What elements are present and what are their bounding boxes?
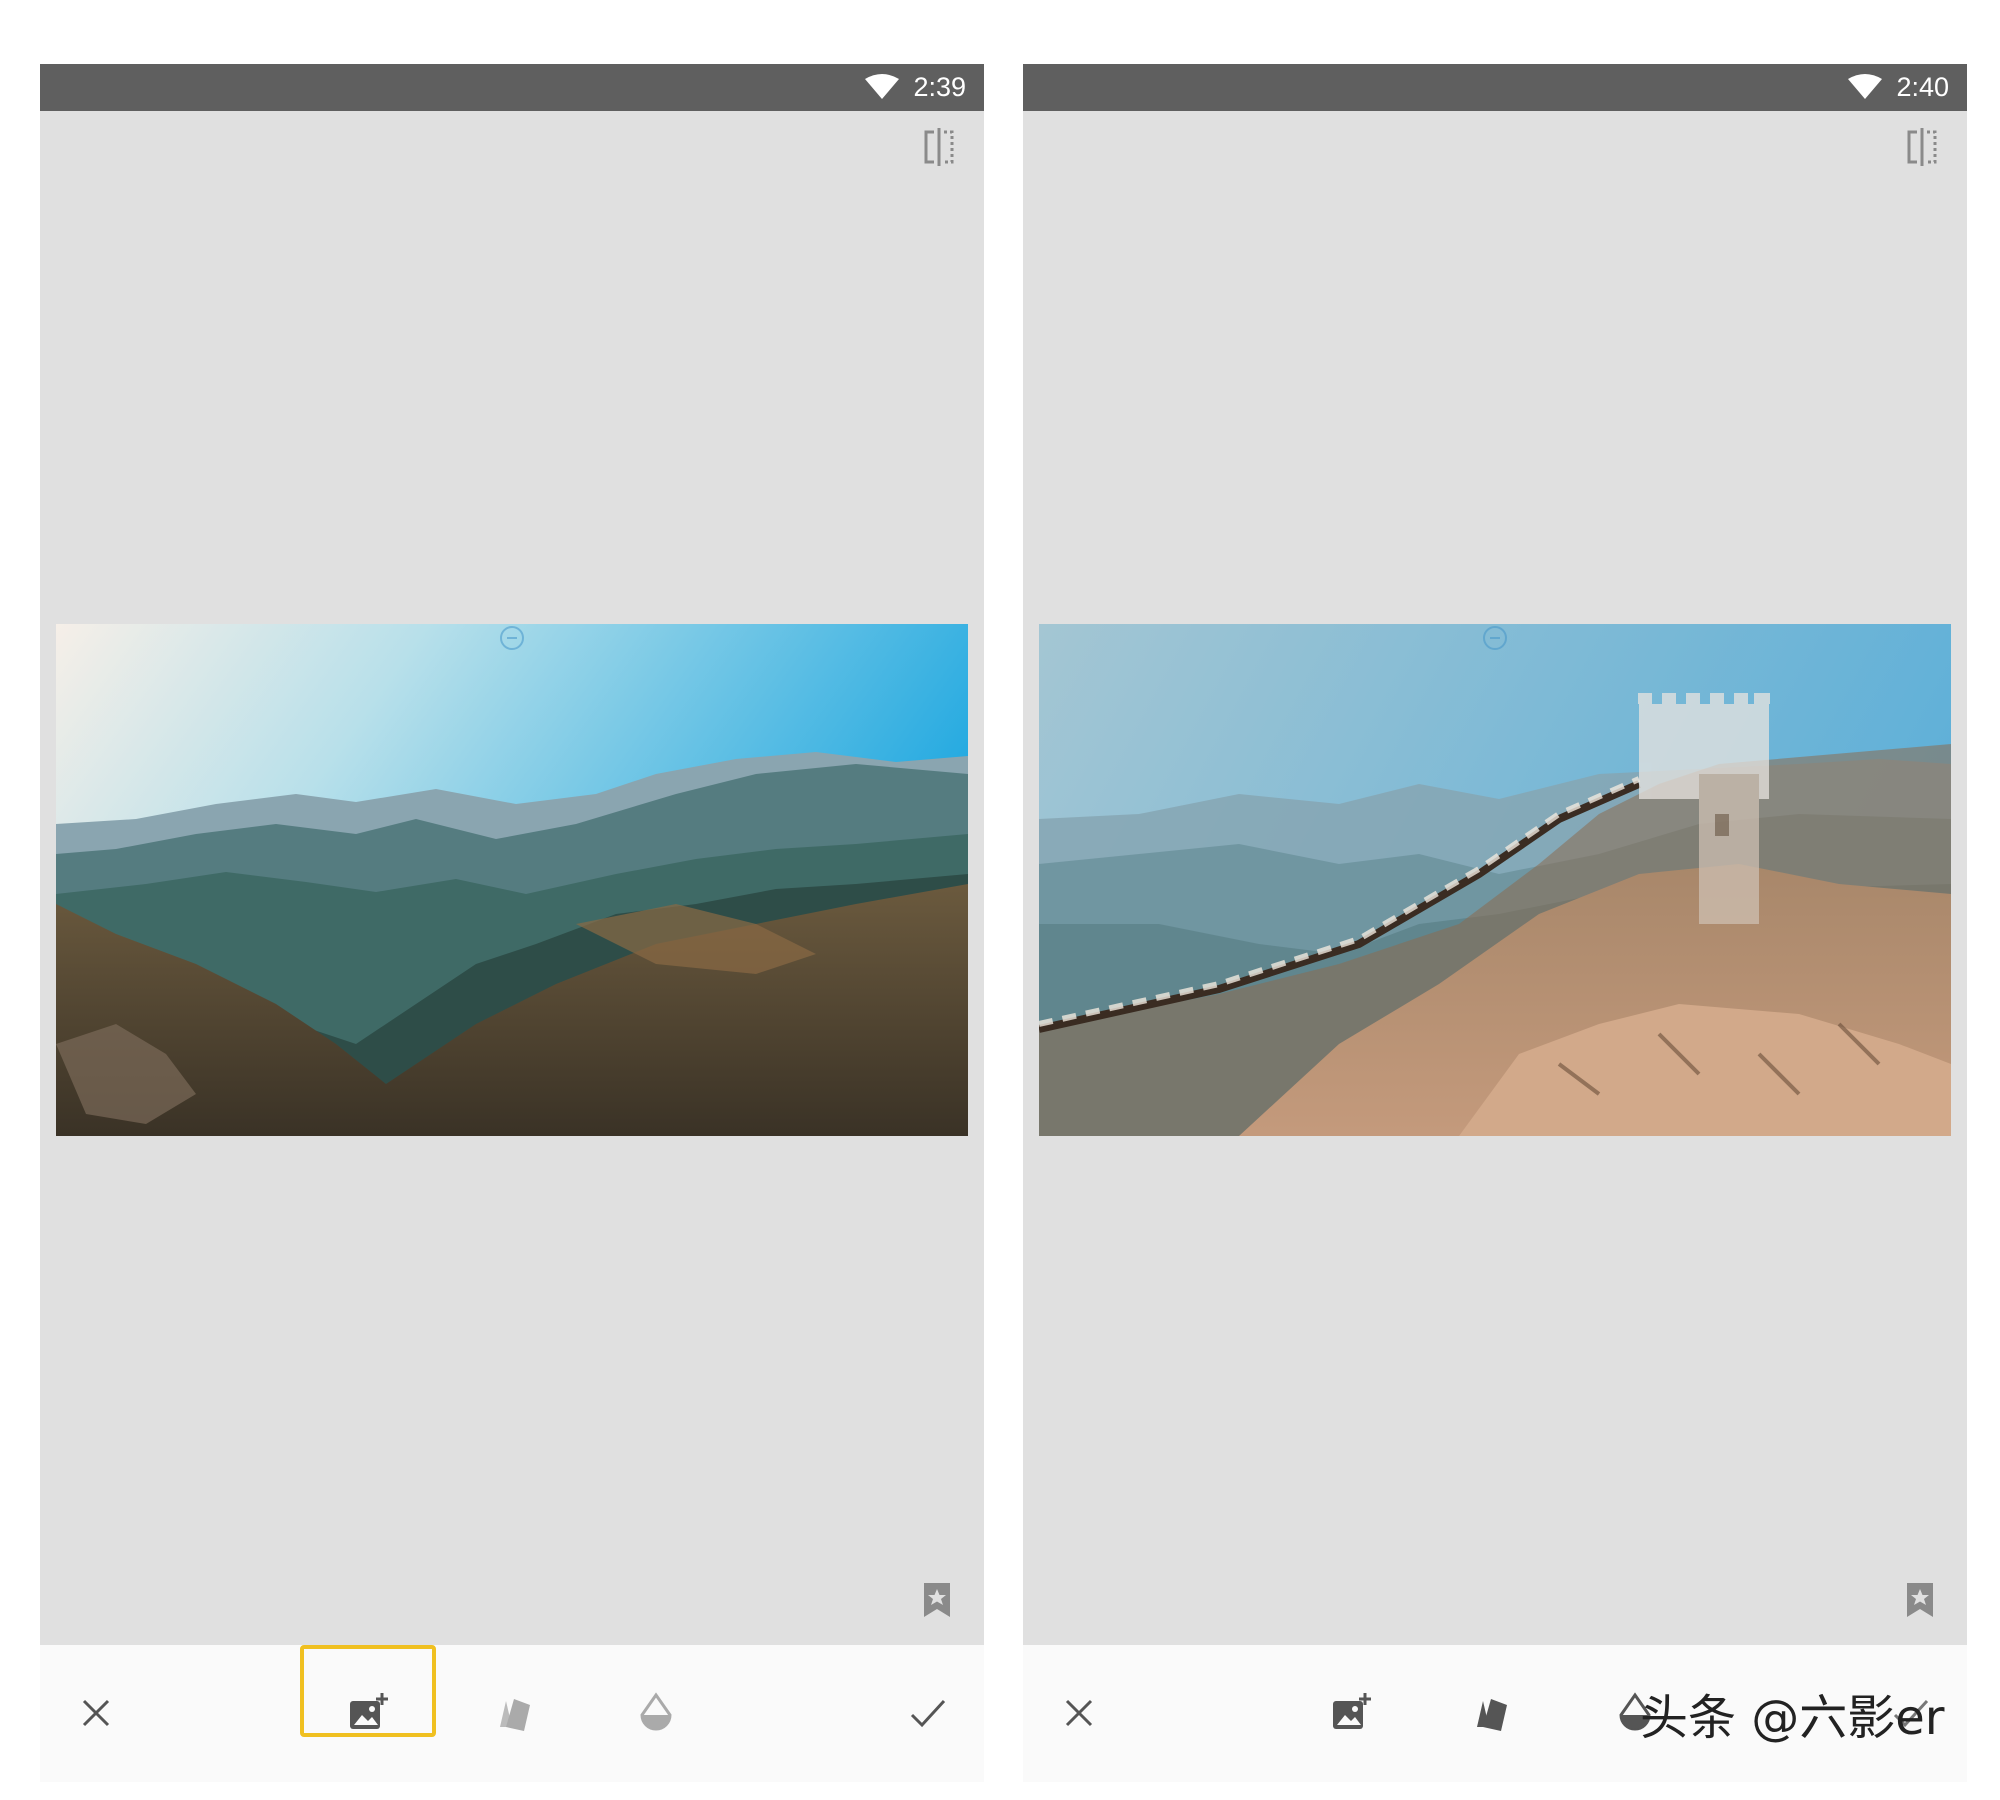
drag-handle[interactable]: [1483, 626, 1507, 650]
close-icon: [82, 1699, 110, 1727]
bottom-toolbar: [40, 1645, 984, 1782]
add-image-icon: [1333, 1693, 1371, 1729]
check-icon: [910, 1699, 946, 1728]
close-icon: [1065, 1699, 1093, 1727]
landscape-photo[interactable]: [56, 624, 968, 1136]
right-phone-screen: 2:40: [1023, 64, 1967, 1782]
add-image-button[interactable]: [1323, 1685, 1379, 1741]
cancel-button[interactable]: [68, 1685, 124, 1741]
great-wall-blended-image: [1039, 624, 1951, 1136]
double-exposure-photo[interactable]: [1039, 624, 1951, 1136]
blend-mode-button[interactable]: [486, 1685, 542, 1741]
status-bar: 2:39: [40, 64, 984, 111]
add-image-icon: [350, 1693, 388, 1729]
drag-handle[interactable]: [500, 626, 524, 650]
watermark-text: 头条 @六影er: [1640, 1690, 1945, 1746]
opacity-button[interactable]: [628, 1685, 684, 1741]
blend-mode-icon: [1477, 1699, 1507, 1731]
blend-mode-button[interactable]: [1463, 1685, 1519, 1741]
compare-icon[interactable]: [920, 128, 958, 166]
status-bar: 2:40: [1023, 64, 1967, 111]
cancel-button[interactable]: [1051, 1685, 1107, 1741]
apply-button[interactable]: [900, 1685, 956, 1741]
image-canvas[interactable]: [1023, 111, 1967, 1645]
mountain-landscape-image: [56, 624, 968, 1136]
bookmark-star-icon[interactable]: [1905, 1581, 1935, 1619]
wifi-icon: [865, 74, 899, 99]
opacity-icon: [640, 1692, 672, 1731]
add-image-button[interactable]: [340, 1685, 396, 1741]
image-canvas[interactable]: [40, 111, 984, 1645]
bookmark-star-icon[interactable]: [922, 1581, 952, 1619]
status-time: 2:39: [913, 72, 966, 102]
status-time: 2:40: [1896, 72, 1949, 102]
left-phone-screen: 2:39: [40, 64, 984, 1782]
wifi-icon: [1848, 74, 1882, 99]
compare-icon[interactable]: [1903, 128, 1941, 166]
blend-mode-icon: [500, 1699, 530, 1731]
